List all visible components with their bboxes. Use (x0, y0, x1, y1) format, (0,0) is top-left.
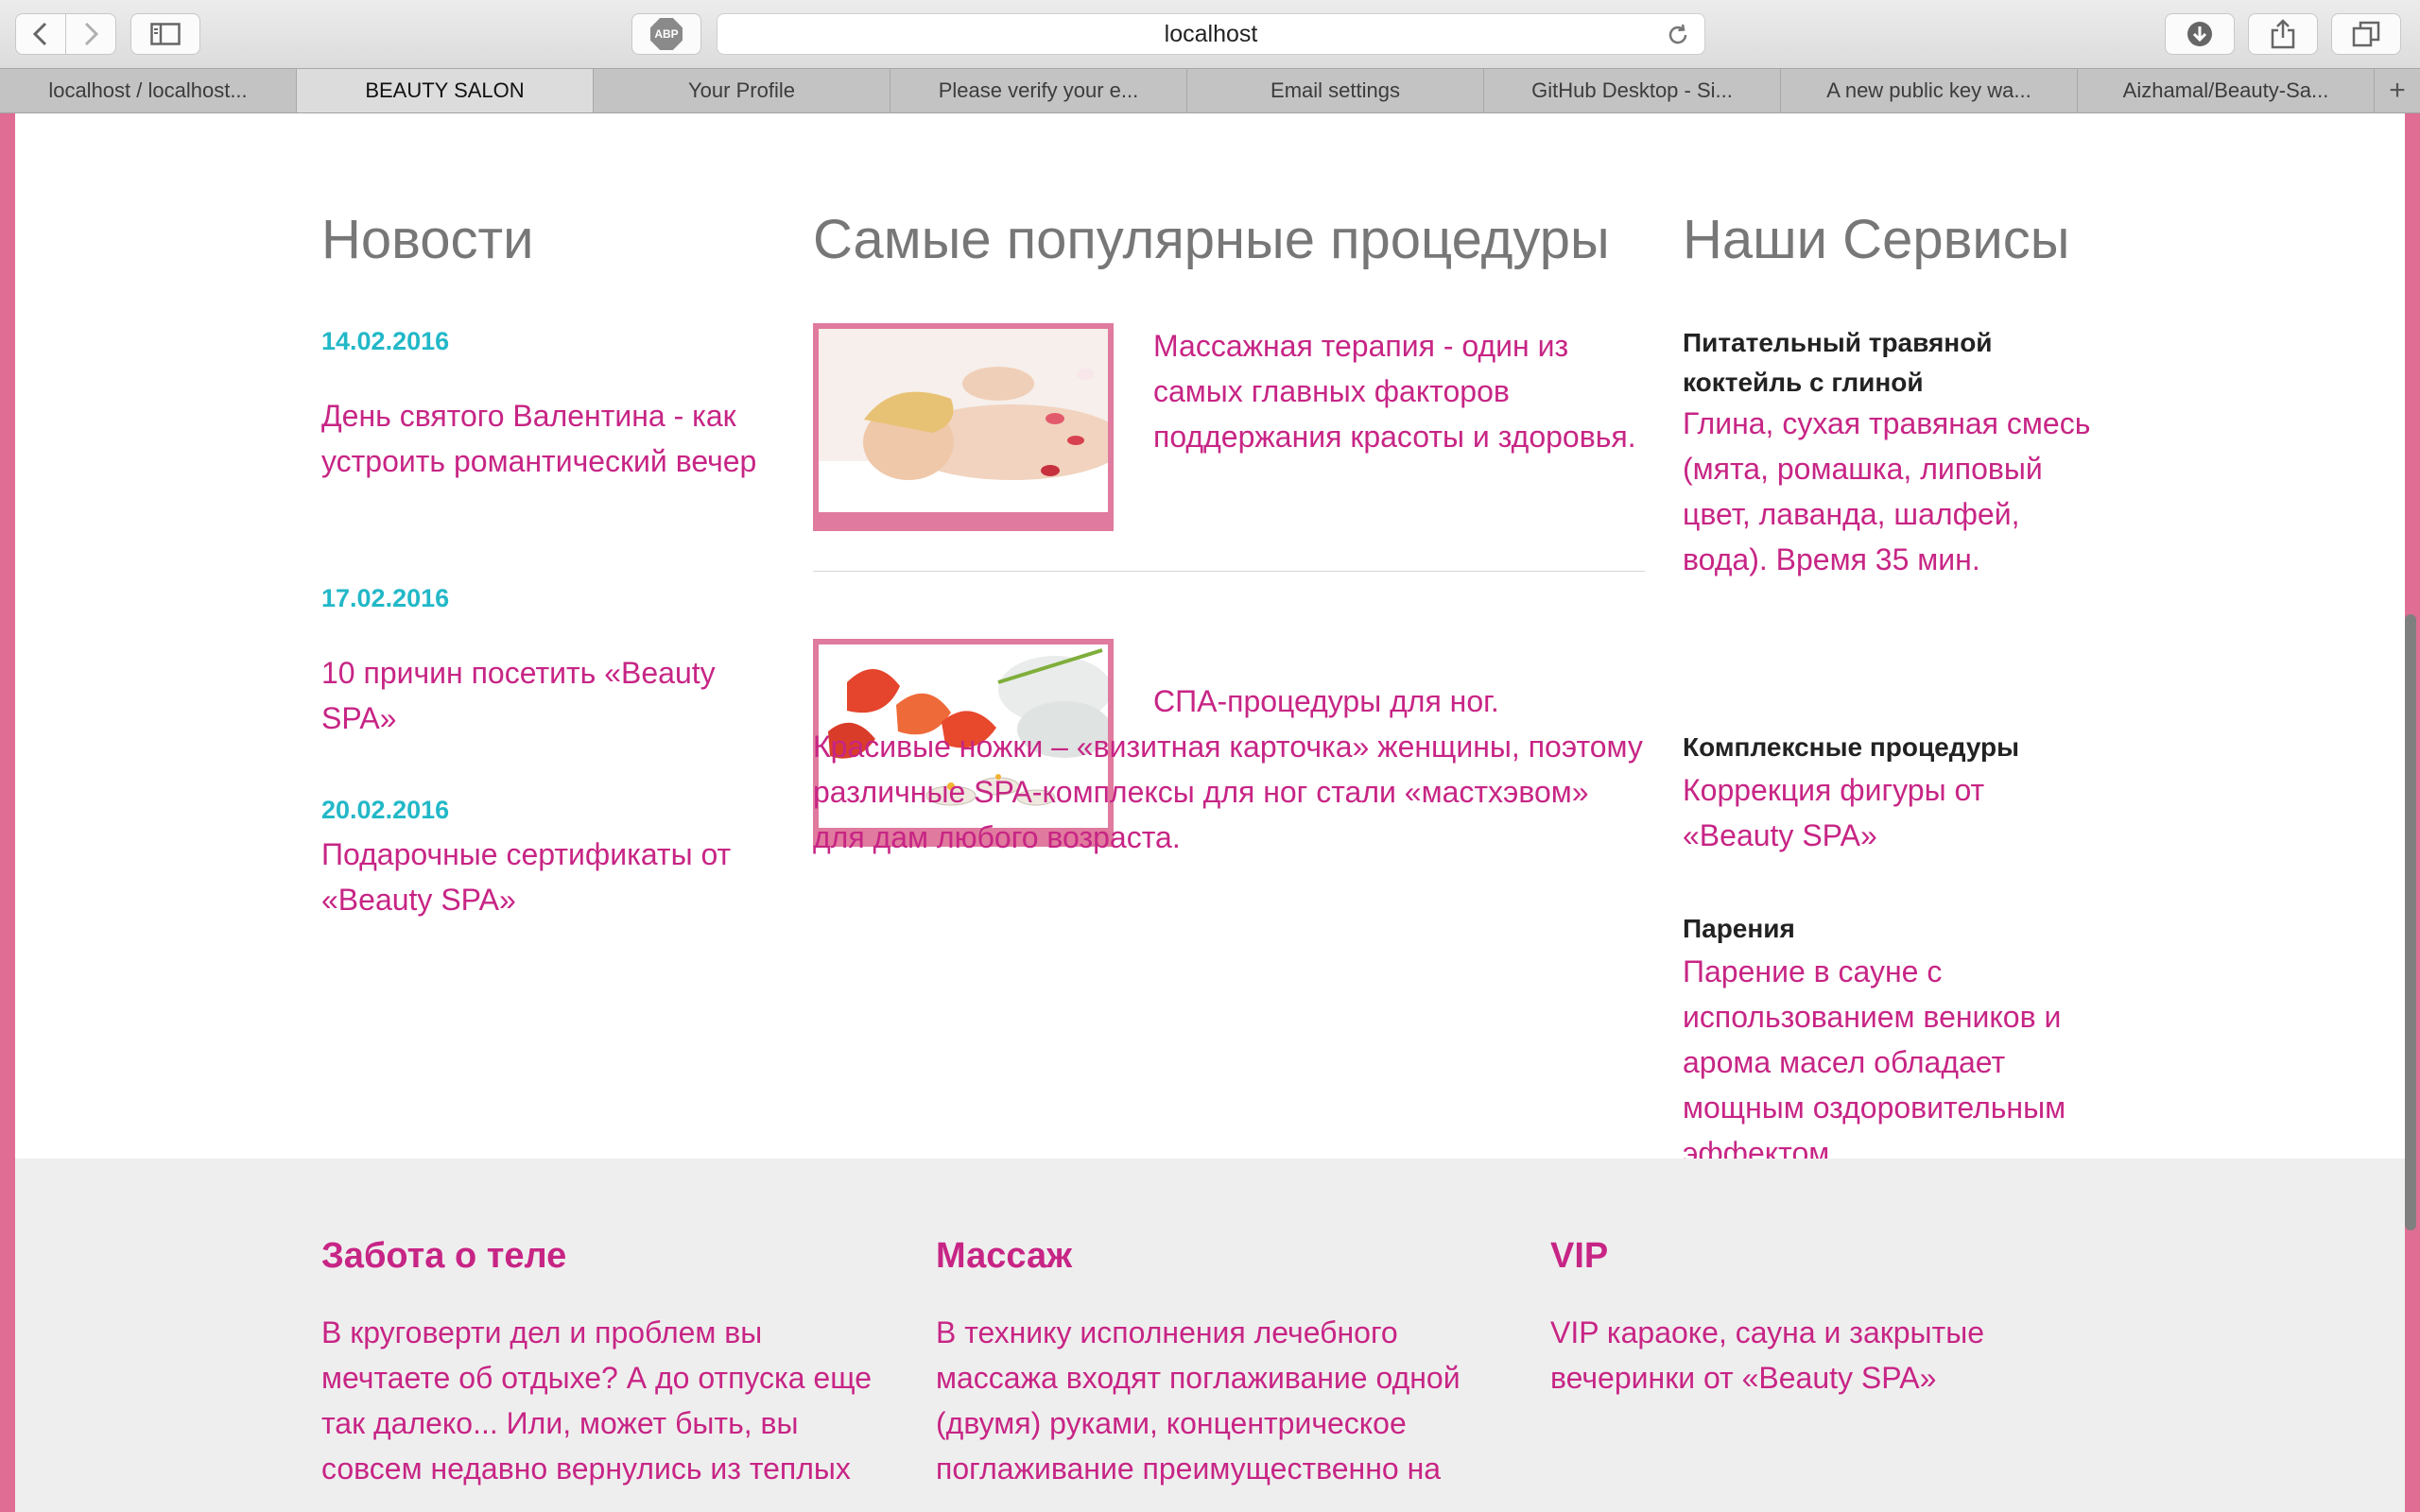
share-icon (2271, 19, 2295, 49)
back-button[interactable] (15, 13, 66, 55)
news-link[interactable]: День святого Валентина - как устроить ро… (321, 393, 766, 484)
footer-column-title: Забота о теле (321, 1236, 567, 1276)
tabs-overview-icon (2352, 21, 2380, 47)
tab-localhost[interactable]: localhost / localhost... (0, 69, 297, 112)
tab-label: Aizhamal/Beauty-Sa... (2122, 78, 2329, 102)
new-tab-button[interactable]: + (2375, 69, 2420, 112)
adblock-icon: ABP (650, 18, 683, 50)
footer-column-title: Массаж (936, 1236, 1073, 1276)
reload-icon (1668, 24, 1687, 44)
show-tabs-button[interactable] (2331, 13, 2401, 55)
procedures-divider (813, 571, 1645, 572)
massage-thumbnail[interactable] (813, 323, 1114, 531)
page-content: Новости 14.02.2016 День святого Валентин… (15, 113, 2405, 1512)
reload-button[interactable] (1663, 20, 1693, 50)
footer-column-title: VIP (1550, 1236, 1609, 1276)
tab-label: GitHub Desktop - Si... (1531, 78, 1733, 102)
tab-public-key[interactable]: A new public key wa... (1781, 69, 2078, 112)
sidebar-toggle-button[interactable] (130, 13, 200, 55)
address-bar[interactable]: localhost (717, 13, 1705, 55)
forward-button[interactable] (65, 13, 116, 55)
tab-beauty-salon[interactable]: BEAUTY SALON (297, 69, 594, 112)
tab-label: BEAUTY SALON (365, 78, 525, 102)
scrollbar-thumb[interactable] (2405, 614, 2416, 1230)
news-heading: Новости (321, 209, 534, 270)
news-date: 20.02.2016 (321, 796, 450, 824)
news-date: 17.02.2016 (321, 584, 450, 612)
procedure-description: Массажная терапия - один из самых главны… (1153, 329, 1636, 454)
tab-label: Your Profile (688, 78, 795, 102)
tab-verify-email[interactable]: Please verify your e... (890, 69, 1187, 112)
procedure-description: СПА-процедуры для ног. Красивые ножки – … (813, 684, 1643, 854)
massage-image (819, 329, 1108, 512)
url-text: localhost (1164, 20, 1258, 47)
browser-toolbar: ABP localhost (0, 0, 2420, 68)
tab-label: A new public key wa... (1826, 78, 2031, 102)
service-name: Комплексные процедуры (1683, 732, 2020, 762)
footer-column-text: В круговерти дел и проблем вы мечтаете о… (321, 1315, 872, 1486)
adblock-button[interactable]: ABP (631, 13, 701, 55)
tab-email-settings[interactable]: Email settings (1187, 69, 1484, 112)
tab-bar: localhost / localhost... BEAUTY SALON Yo… (0, 68, 2420, 113)
procedures-heading: Самые популярные процедуры (813, 209, 1610, 270)
tab-label: localhost / localhost... (48, 78, 248, 102)
tab-github-repo[interactable]: Aizhamal/Beauty-Sa... (2078, 69, 2375, 112)
service-name: Питательный травяной коктейль с глиной (1683, 328, 1993, 397)
service-name: Парения (1683, 914, 1795, 943)
tab-github-desktop[interactable]: GitHub Desktop - Si... (1484, 69, 1781, 112)
news-link[interactable]: 10 причин посетить «Beauty SPA» (321, 650, 766, 741)
chevron-right-icon (84, 22, 99, 46)
news-link[interactable]: Подарочные сертификаты от «Beauty SPA» (321, 832, 766, 922)
tab-your-profile[interactable]: Your Profile (594, 69, 890, 112)
chevron-left-icon (32, 22, 47, 46)
service-description: Парение в сауне с использованием веников… (1683, 954, 2066, 1170)
downloads-button[interactable] (2165, 13, 2235, 55)
share-button[interactable] (2248, 13, 2318, 55)
service-description: Коррекция фигуры от «Beauty SPA» (1683, 773, 1985, 852)
tab-label: Please verify your e... (938, 78, 1139, 102)
news-date: 14.02.2016 (321, 327, 450, 355)
download-icon (2187, 22, 2212, 46)
tab-label: Email settings (1270, 78, 1400, 102)
services-heading: Наши Сервисы (1683, 209, 2070, 270)
service-description: Глина, сухая травяная смесь (мята, ромаш… (1683, 406, 2091, 576)
footer-column-text: VIP караоке, сауна и закрытые вечеринки … (1550, 1315, 1984, 1395)
footer-column-text: В технику исполнения лечебного массажа в… (936, 1315, 1461, 1486)
sidebar-icon (150, 23, 181, 45)
